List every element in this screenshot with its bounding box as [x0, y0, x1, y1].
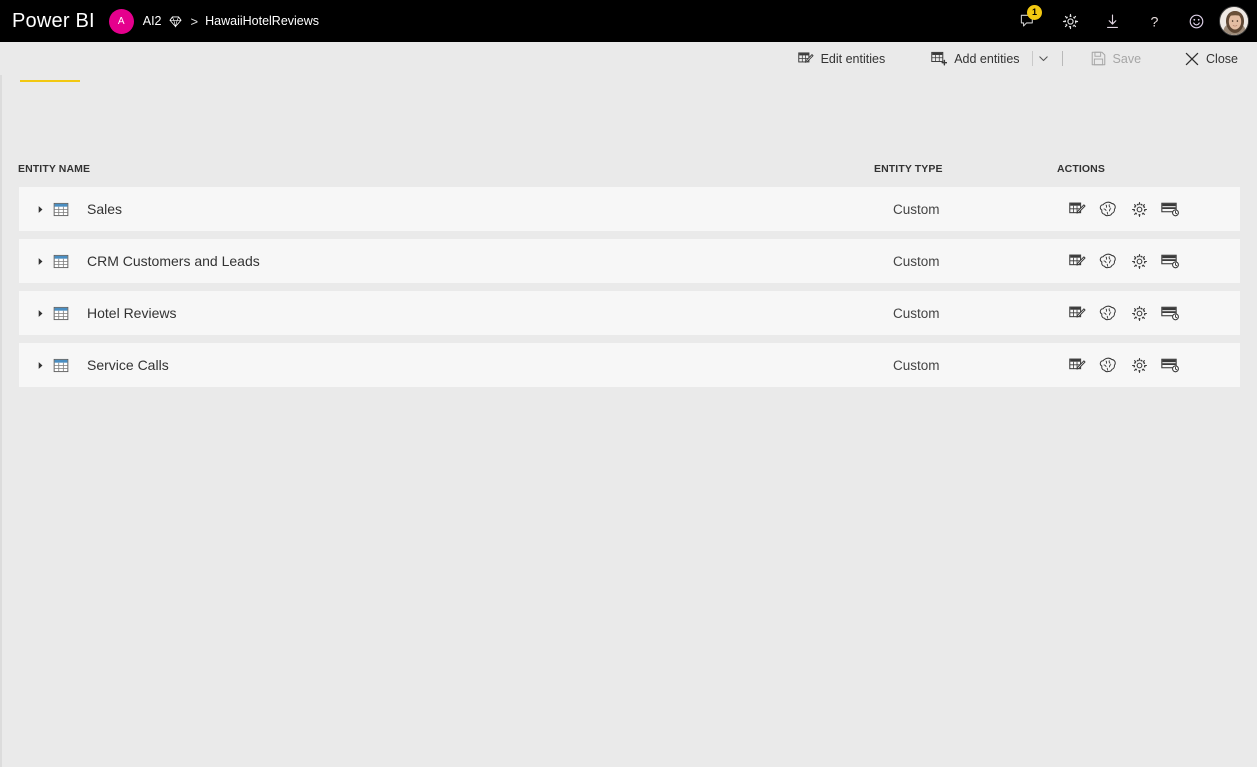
app-header: Power BI A AI2 > HawaiiHotelReviews 1 ? — [0, 0, 1257, 42]
entity-table-icon — [53, 254, 69, 269]
edit-entity-icon[interactable] — [1067, 199, 1087, 219]
add-entities-chevron-down-icon[interactable] — [1033, 45, 1055, 72]
diamond-icon — [168, 15, 182, 28]
command-bar: Edit entities Add entities Save Close — [0, 42, 1257, 75]
close-icon — [1185, 52, 1199, 66]
content-pane: Entities Machine learning models ENTITY … — [0, 42, 1257, 767]
edit-entity-icon[interactable] — [1067, 303, 1087, 323]
table-row[interactable]: Sales Custom — [19, 187, 1240, 231]
save-label: Save — [1112, 51, 1142, 66]
edit-entities-icon — [797, 51, 814, 66]
entity-settings-icon[interactable] — [1129, 199, 1149, 219]
row-actions — [1067, 355, 1180, 375]
ai-insights-icon[interactable] — [1098, 303, 1118, 323]
expand-chevron-icon[interactable] — [29, 205, 51, 214]
expand-chevron-icon[interactable] — [29, 309, 51, 318]
incremental-refresh-icon[interactable] — [1160, 355, 1180, 375]
save-button[interactable]: Save — [1082, 45, 1151, 72]
edit-entity-icon[interactable] — [1067, 355, 1087, 375]
ai-insights-icon[interactable] — [1098, 355, 1118, 375]
notifications-button[interactable]: 1 — [1007, 0, 1049, 42]
save-floppy-icon — [1091, 51, 1106, 66]
edit-entities-button[interactable]: Edit entities — [789, 45, 895, 72]
header-actions: 1 ? — [1007, 0, 1257, 42]
power-bi-logo[interactable]: Power BI — [0, 10, 109, 33]
breadcrumb-current[interactable]: HawaiiHotelReviews — [205, 14, 319, 28]
entity-type: Custom — [893, 201, 940, 217]
table-row[interactable]: Hotel Reviews Custom — [19, 291, 1240, 335]
table-row[interactable]: Service Calls Custom — [19, 343, 1240, 387]
breadcrumb-workspace[interactable]: AI2 — [143, 14, 162, 28]
close-label: Close — [1206, 51, 1238, 66]
feedback-button[interactable] — [1175, 0, 1217, 42]
toolbar-divider — [1061, 51, 1063, 66]
entity-settings-icon[interactable] — [1129, 303, 1149, 323]
incremental-refresh-icon[interactable] — [1160, 303, 1180, 323]
power-bi-dataflow-page: Power BI A AI2 > HawaiiHotelReviews 1 ? … — [0, 0, 1257, 767]
column-header-entity-name: ENTITY NAME — [18, 163, 91, 175]
user-avatar[interactable] — [1219, 6, 1249, 36]
breadcrumb-separator: > — [190, 13, 199, 29]
entity-list: Sales Custom CRM Customers and Leads Cus… — [19, 187, 1240, 395]
download-button[interactable] — [1091, 0, 1133, 42]
expand-chevron-icon[interactable] — [29, 361, 51, 370]
column-header-entity-type: ENTITY TYPE — [874, 163, 943, 175]
entity-table-icon — [53, 358, 69, 373]
row-actions — [1067, 199, 1180, 219]
notification-badge: 1 — [1027, 5, 1042, 20]
entity-name[interactable]: Service Calls — [87, 357, 169, 373]
entity-table-icon — [53, 306, 69, 321]
edit-entities-label: Edit entities — [820, 51, 886, 66]
entity-name[interactable]: Hotel Reviews — [87, 305, 176, 321]
edit-entity-icon[interactable] — [1067, 251, 1087, 271]
add-entities-label: Add entities — [954, 51, 1020, 66]
row-actions — [1067, 251, 1180, 271]
table-row[interactable]: CRM Customers and Leads Custom — [19, 239, 1240, 283]
entity-type: Custom — [893, 305, 940, 321]
entity-type: Custom — [893, 253, 940, 269]
ai-insights-icon[interactable] — [1098, 199, 1118, 219]
row-actions — [1067, 303, 1180, 323]
incremental-refresh-icon[interactable] — [1160, 251, 1180, 271]
expand-chevron-icon[interactable] — [29, 257, 51, 266]
add-entities-icon — [931, 51, 948, 66]
entity-type: Custom — [893, 357, 940, 373]
entity-settings-icon[interactable] — [1129, 251, 1149, 271]
column-header-actions: ACTIONS — [1057, 163, 1105, 175]
breadcrumb: AI2 > HawaiiHotelReviews — [143, 14, 319, 29]
add-entities-button[interactable]: Add entities — [922, 45, 1028, 72]
svg-text:?: ? — [1150, 14, 1158, 30]
incremental-refresh-icon[interactable] — [1160, 199, 1180, 219]
help-button[interactable]: ? — [1133, 0, 1175, 42]
workspace-avatar[interactable]: A — [108, 8, 134, 34]
close-button[interactable]: Close — [1176, 45, 1247, 72]
entity-settings-icon[interactable] — [1129, 355, 1149, 375]
entity-table-icon — [53, 202, 69, 217]
table-column-headers: ENTITY NAME ENTITY TYPE ACTIONS — [2, 163, 1257, 179]
entity-name[interactable]: CRM Customers and Leads — [87, 253, 260, 269]
settings-button[interactable] — [1049, 0, 1091, 42]
entity-name[interactable]: Sales — [87, 201, 122, 217]
ai-insights-icon[interactable] — [1098, 251, 1118, 271]
